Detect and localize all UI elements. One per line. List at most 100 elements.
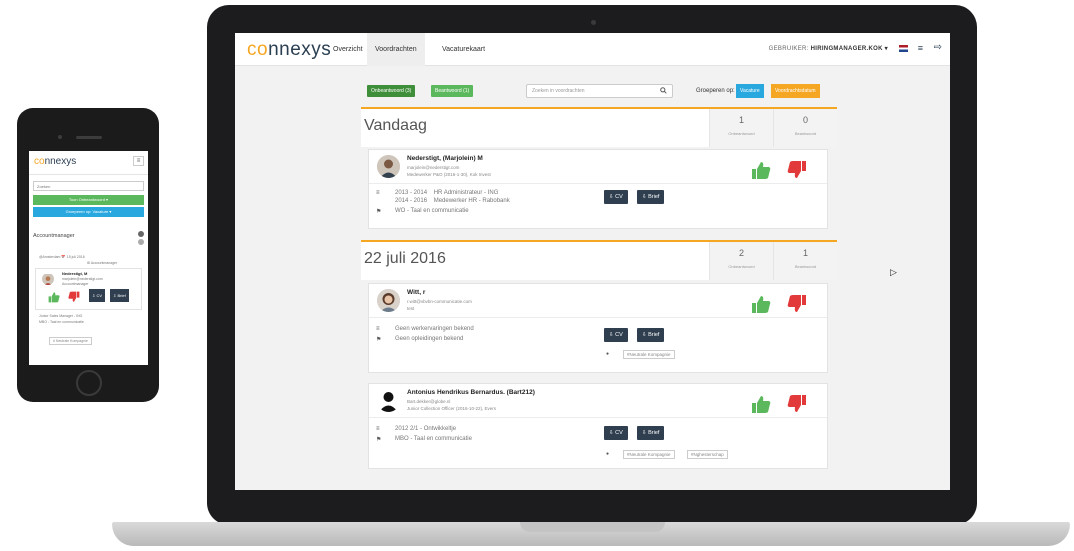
laptop-screen: connexys Overzicht Voordrachten Vacature… [235, 33, 950, 490]
candidate-email[interactable]: marjolein@nederstigt.com [407, 165, 459, 170]
download-cv-button[interactable]: ⇩ CV [604, 328, 628, 342]
candidate-email[interactable]: r.witt@vbvbn-communicatie.com [407, 299, 472, 304]
work-experience: Junior Sales Manager - ING [39, 314, 83, 318]
avatar [377, 389, 400, 412]
tag[interactable]: #Neutrale Kompagnie [623, 350, 675, 359]
nav-vacaturekaart[interactable]: Vacaturekaart [434, 33, 493, 66]
group-vacancy-button[interactable]: Vacature [736, 84, 764, 98]
filter-unanswered-button[interactable]: Onbeantwoord (3) [367, 85, 416, 97]
candidate-card[interactable]: Antonius Hendrikus Bernardus. (Bart212) … [368, 383, 828, 469]
download-cv-button[interactable]: ⇩ CV [604, 426, 628, 440]
divider [29, 174, 148, 175]
download-cv-button[interactable]: ⇩ CV [89, 289, 106, 302]
candidate-name[interactable]: Antonius Hendrikus Bernardus. (Bart212) [407, 389, 535, 396]
answered-counter[interactable]: 0 Beantwoord [773, 109, 837, 147]
unanswered-counter[interactable]: 2 Onbeantwoord [709, 242, 773, 280]
group-by-button[interactable]: Groeperen op: Vacature ▾ [33, 207, 144, 217]
user-menu[interactable]: GEBRUIKER: HIRINGMANAGER.KOK ▾ [769, 45, 888, 52]
download-letter-button[interactable]: ⇩ Brief [637, 426, 665, 440]
tag[interactable]: #Neutrale Kompagnie [623, 450, 675, 459]
search-input[interactable]: Zoeken [33, 181, 144, 191]
candidate-name[interactable]: Nederstigt, M [62, 271, 87, 276]
avatar [377, 289, 400, 312]
thumbs-up-icon[interactable] [751, 294, 771, 314]
graduation-cap-icon: ⚑ [376, 437, 382, 443]
candidate-card[interactable]: Nederstigt, M marjolein@nederstigt.com A… [35, 268, 142, 310]
thumbs-up-icon[interactable] [48, 291, 60, 303]
graduation-cap-icon: ⚑ [376, 337, 382, 343]
education: WO - Taal en communicatie [395, 208, 469, 214]
tag[interactable]: #Nghesterschap [687, 450, 728, 459]
candidate-role: test [407, 306, 415, 311]
candidate-name[interactable]: Nederstigt, (Marjolein) M [407, 155, 483, 162]
briefcase-icon: ≡ [376, 426, 380, 432]
count-badge [138, 239, 144, 245]
download-letter-button[interactable]: ⇩ Brief [637, 190, 665, 204]
candidate-role: Junior Collection Officer (2016-10-22), … [407, 406, 496, 411]
date-section-header: 22 juli 2016 2 Onbeantwoord 1 Beantwoord [361, 240, 837, 280]
section-date: 22 juli 2016 [364, 250, 446, 267]
download-cv-button[interactable]: ⇩ CV [604, 190, 628, 204]
nav-overzicht[interactable]: Overzicht [325, 33, 371, 66]
graduation-cap-icon: ⚑ [376, 209, 382, 215]
download-letter-button[interactable]: ⇩ Brief [110, 289, 129, 302]
logout-icon[interactable]: ⇨ [934, 42, 942, 53]
filter-answered-button[interactable]: Beantwoord (1) [431, 85, 474, 97]
tag-icon: ● [606, 451, 610, 457]
search-input[interactable]: Zoeken in voordrachten [526, 84, 673, 98]
thumbs-up-icon[interactable] [751, 160, 771, 180]
phone-speaker [76, 136, 102, 139]
thumbs-up-icon[interactable] [751, 394, 771, 414]
education: MBO - Taal en communicatie [39, 320, 84, 324]
unanswered-counter[interactable]: 1 Onbeantwoord [709, 109, 773, 147]
section-date: Vandaag [364, 117, 427, 134]
education: Geen opleidingen bekend [395, 336, 464, 342]
briefcase-icon: ≡ [376, 190, 380, 196]
briefcase-icon: ≡ [376, 326, 380, 332]
candidate-card[interactable]: Nederstigt, (Marjolein) M marjolein@nede… [368, 149, 828, 229]
divider [369, 417, 827, 418]
candidate-card[interactable]: Witt, r r.witt@vbvbn-communicatie.com te… [368, 283, 828, 373]
tag[interactable]: # Neutrale Kompagnie [49, 337, 92, 345]
download-letter-button[interactable]: ⇩ Brief [637, 328, 665, 342]
answered-counter[interactable]: 1 Beantwoord [773, 242, 837, 280]
group-by-label: Groeperen op: [696, 88, 735, 94]
divider [369, 317, 827, 318]
thumbs-down-icon[interactable] [787, 294, 807, 314]
candidate-email[interactable]: marjolein@nederstigt.com [62, 277, 103, 281]
info-icon[interactable] [138, 231, 144, 237]
education: MBO - Taal en communicatie [395, 436, 472, 442]
nav-voordrachten[interactable]: Voordrachten [367, 33, 425, 66]
hamburger-icon[interactable]: ≡ [918, 43, 923, 53]
search-icon[interactable] [660, 87, 667, 96]
thumbs-down-icon[interactable] [68, 291, 80, 303]
candidate-role: Medewerker P&O (2016-1-30), Kok Invest [407, 172, 491, 177]
dutch-flag-icon[interactable] [899, 45, 908, 52]
work-experience: 2012 2/1 - Ontwikkeltje [395, 426, 457, 432]
phone-home-button[interactable] [76, 370, 102, 396]
vacancy-meta: @Amsterdam 📅 15 juli 2016 [39, 255, 85, 259]
toon-button[interactable]: Toon Onbeantwoord ▾ [33, 195, 144, 205]
avatar [42, 273, 54, 285]
tag-icon: ● [606, 351, 610, 357]
candidate-name[interactable]: Witt, r [407, 289, 425, 296]
work-experience: 2013 - 2014 HR Administrateur - ING 2014… [395, 190, 510, 204]
connexys-logo[interactable]: connexys [247, 39, 331, 61]
phone-screen: connexys ≡ Zoeken Toon Onbeantwoord ▾ Gr… [29, 151, 148, 365]
app-header: connexys Overzicht Voordrachten Vacature… [235, 33, 950, 66]
candidate-role: Accountmanager [62, 282, 89, 286]
thumbs-down-icon[interactable] [787, 160, 807, 180]
connexys-logo[interactable]: connexys [34, 156, 76, 167]
laptop-notch [520, 522, 665, 532]
work-experience: Geen werkervaringen bekend [395, 326, 474, 332]
thumbs-down-icon[interactable] [787, 394, 807, 414]
laptop-camera [591, 20, 596, 25]
vacancy-title: Accountmanager [33, 233, 75, 239]
vacancy-meta: ⊞ Accountmanager [87, 261, 118, 265]
group-date-button[interactable]: Voordrachtsdatum [771, 84, 820, 98]
avatar [377, 155, 400, 178]
hamburger-icon[interactable]: ≡ [133, 156, 144, 166]
date-section-header: Vandaag 1 Onbeantwoord 0 Beantwoord [361, 107, 837, 147]
mouse-cursor-icon: ▷ [890, 267, 897, 277]
candidate-email[interactable]: Bart.dekker@globe.nl [407, 399, 450, 404]
